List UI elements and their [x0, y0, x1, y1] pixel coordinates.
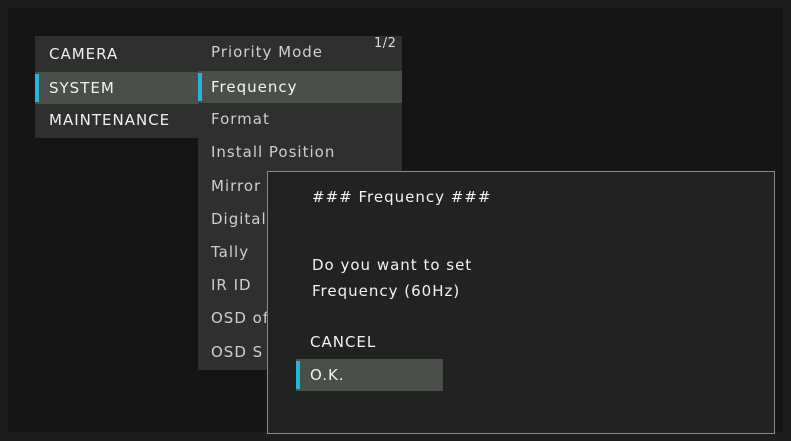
dialog-title: ### Frequency ### — [312, 188, 492, 206]
sub-item-label: OSD S — [211, 343, 264, 361]
category-item-camera[interactable]: CAMERA — [35, 38, 198, 70]
category-item-label: MAINTENANCE — [49, 111, 171, 129]
sub-item-label: OSD of — [211, 309, 270, 327]
sub-item-label: Frequency — [211, 78, 298, 96]
dialog-message-line: Do you want to set — [312, 256, 473, 274]
ok-button[interactable]: O.K. — [296, 359, 443, 391]
dialog-message-line: Frequency (60Hz) — [312, 282, 461, 300]
sub-item-label: Digital — [211, 210, 267, 228]
cancel-button-label: CANCEL — [310, 333, 377, 351]
category-menu: CAMERA SYSTEM MAINTENANCE — [35, 36, 198, 138]
sub-item-label: Priority Mode — [211, 43, 324, 61]
sub-item-label: Mirror — [211, 177, 262, 195]
cancel-button[interactable]: CANCEL — [296, 326, 443, 358]
sub-item-label: Install Position — [211, 143, 336, 161]
frequency-confirm-dialog: ### Frequency ### Do you want to set Fre… — [267, 171, 775, 434]
sub-item-format[interactable]: Format — [198, 103, 402, 135]
sub-item-label: Format — [211, 110, 270, 128]
category-item-maintenance[interactable]: MAINTENANCE — [35, 104, 198, 136]
category-item-system[interactable]: SYSTEM — [35, 72, 198, 104]
ok-button-label: O.K. — [310, 366, 345, 384]
category-item-label: SYSTEM — [49, 79, 115, 97]
sub-item-label: Tally — [211, 243, 250, 261]
sub-item-label: IR ID — [211, 276, 252, 294]
sub-item-priority-mode[interactable]: Priority Mode — [198, 36, 402, 68]
category-item-label: CAMERA — [49, 45, 119, 63]
sub-item-install-position[interactable]: Install Position — [198, 136, 402, 168]
dialog-message: Do you want to set Frequency (60Hz) — [312, 252, 472, 304]
page-indicator: 1/2 — [374, 36, 397, 51]
sub-item-frequency[interactable]: Frequency — [198, 71, 402, 103]
